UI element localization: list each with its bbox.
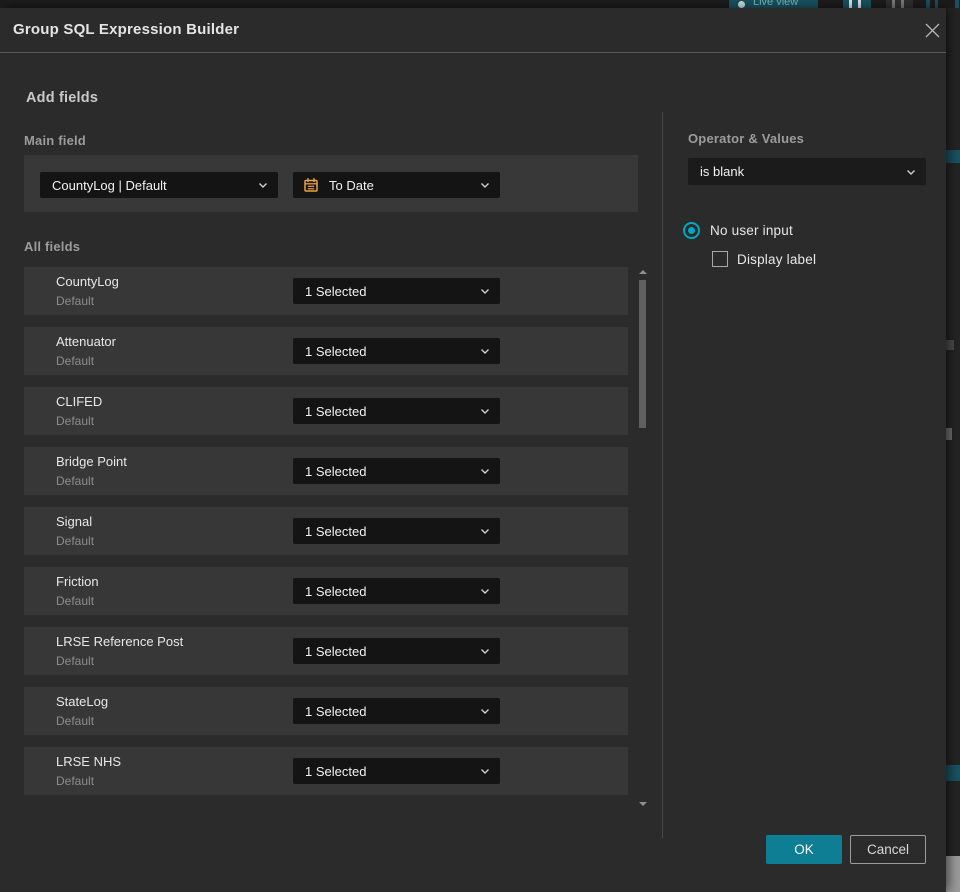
all-fields-list: CountyLog Default 1 Selected Attenuator …	[24, 267, 628, 803]
chevron-down-icon	[481, 649, 489, 654]
field-row: LRSE Reference Post Default 1 Selected	[24, 627, 628, 675]
chevron-down-icon	[907, 169, 915, 175]
main-field-select[interactable]: CountyLog | Default	[40, 172, 278, 198]
main-field-select-value: CountyLog | Default	[52, 177, 167, 193]
field-name: Friction	[56, 574, 99, 589]
field-row: Attenuator Default 1 Selected	[24, 327, 628, 375]
chevron-down-icon	[481, 183, 489, 188]
field-sublabel: Default	[56, 534, 95, 548]
field-selection-dropdown[interactable]: 1 Selected	[293, 698, 500, 724]
background-toolbar-fragment	[886, 0, 913, 8]
add-fields-heading: Add fields	[26, 90, 99, 106]
main-field-label: Main field	[24, 133, 86, 148]
no-user-input-radio[interactable]: No user input	[683, 221, 793, 239]
chevron-down-icon	[481, 349, 489, 354]
field-row: Signal Default 1 Selected	[24, 507, 628, 555]
background-toolbar-fragment	[949, 0, 960, 8]
field-row: LRSE NHS Default 1 Selected	[24, 747, 628, 795]
field-sublabel: Default	[56, 354, 95, 368]
field-sublabel: Default	[56, 774, 95, 788]
background-fragment	[946, 428, 952, 440]
field-sublabel: Default	[56, 654, 95, 668]
field-name: Bridge Point	[56, 454, 127, 469]
operator-select[interactable]: is blank	[688, 158, 926, 185]
live-dot-icon	[738, 1, 745, 8]
no-user-input-label: No user input	[710, 222, 793, 238]
field-name: Signal	[56, 514, 93, 529]
background-toolbar-fragment	[843, 0, 871, 8]
scroll-up-icon[interactable]	[639, 270, 647, 274]
live-view-label: Live view	[753, 0, 799, 8]
screen: Live view Group SQL Expression Builder A…	[0, 0, 960, 892]
field-sublabel: Default	[56, 714, 95, 728]
background-app-sliver	[946, 8, 960, 892]
field-name: CLIFED	[56, 394, 103, 409]
scrollbar[interactable]	[638, 263, 648, 809]
field-selection-dropdown[interactable]: 1 Selected	[293, 398, 500, 424]
background-app-topbar: Live view	[0, 0, 960, 8]
field-selection-dropdown[interactable]: 1 Selected	[293, 758, 500, 784]
field-name: CountyLog	[56, 274, 119, 289]
calendar-date-icon	[304, 178, 318, 192]
background-fragment	[946, 340, 954, 350]
group-sql-expression-builder-dialog: Group SQL Expression Builder Add fields …	[0, 8, 946, 892]
background-toolbar-fragment	[920, 0, 938, 8]
main-field-value: To Date	[329, 177, 374, 193]
radio-icon	[683, 221, 700, 239]
field-row: CountyLog Default 1 Selected	[24, 267, 628, 315]
background-fragment	[946, 856, 960, 892]
field-sublabel: Default	[56, 474, 95, 488]
field-selection-dropdown[interactable]: 1 Selected	[293, 338, 500, 364]
field-name: LRSE NHS	[56, 754, 122, 769]
background-fragment	[946, 150, 960, 163]
field-selection-dropdown[interactable]: 1 Selected	[293, 518, 500, 544]
ok-button[interactable]: OK	[766, 835, 842, 864]
field-row: CLIFED Default 1 Selected	[24, 387, 628, 435]
all-fields-label: All fields	[24, 239, 81, 254]
field-sublabel: Default	[56, 294, 95, 308]
chevron-down-icon	[481, 409, 489, 414]
close-icon	[925, 23, 939, 37]
field-selection-dropdown[interactable]: 1 Selected	[293, 578, 500, 604]
display-label-label: Display label	[737, 251, 817, 267]
chevron-down-icon	[481, 589, 489, 594]
field-sublabel: Default	[56, 414, 95, 428]
background-fragment	[946, 765, 960, 781]
close-button[interactable]	[917, 16, 947, 44]
field-selection-dropdown[interactable]: 1 Selected	[293, 458, 500, 484]
field-row: StateLog Default 1 Selected	[24, 687, 628, 735]
main-field-panel: CountyLog | Default To Date	[24, 155, 638, 212]
chevron-down-icon	[481, 469, 489, 474]
cancel-button[interactable]: Cancel	[850, 835, 926, 864]
field-name: Attenuator	[56, 334, 116, 349]
field-selection-dropdown[interactable]: 1 Selected	[293, 638, 500, 664]
operator-select-value: is blank	[700, 164, 745, 179]
scroll-down-icon[interactable]	[639, 802, 647, 806]
field-sublabel: Default	[56, 594, 95, 608]
field-row: Friction Default 1 Selected	[24, 567, 628, 615]
chevron-down-icon	[481, 709, 489, 714]
chevron-down-icon	[481, 289, 489, 294]
chevron-down-icon	[481, 529, 489, 534]
field-name: LRSE Reference Post	[56, 634, 184, 649]
field-name: StateLog	[56, 694, 109, 709]
field-selection-dropdown[interactable]: 1 Selected	[293, 278, 500, 304]
scrollbar-thumb[interactable]	[639, 280, 646, 428]
field-row: Bridge Point Default 1 Selected	[24, 447, 628, 495]
title-divider	[0, 52, 946, 53]
live-view-button[interactable]: Live view	[729, 0, 818, 8]
dialog-title: Group SQL Expression Builder	[13, 21, 240, 38]
chevron-down-icon	[259, 183, 267, 188]
main-field-value-select[interactable]: To Date	[293, 172, 500, 198]
checkbox-icon	[712, 251, 728, 267]
column-divider	[662, 112, 663, 838]
chevron-down-icon	[481, 769, 489, 774]
operator-values-label: Operator & Values	[688, 131, 805, 146]
display-label-checkbox[interactable]: Display label	[712, 251, 816, 267]
